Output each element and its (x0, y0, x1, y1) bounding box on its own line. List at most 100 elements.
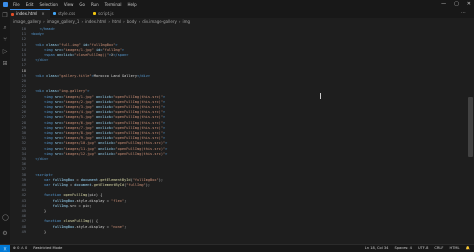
code-line[interactable]: <img src="images/2.jpg" onclick="openFul… (31, 100, 165, 104)
code-line[interactable]: fullImgBox.style.display = "none"; (31, 225, 127, 229)
code-token: <script> (35, 172, 53, 177)
tab-close-icon[interactable]: × (41, 11, 44, 16)
problems-indicator[interactable]: ⊗ 0 ⚠ 0 (13, 246, 27, 250)
code-token: "flex" (111, 198, 125, 203)
breadcrumb-item[interactable]: index.html (85, 19, 106, 24)
menu-item-edit[interactable]: Edit (26, 1, 34, 8)
code-line[interactable]: <img src="images/6.jpg" onclick="openFul… (31, 121, 165, 125)
tab-style-css[interactable]: style.css (52, 9, 96, 18)
menu-item-terminal[interactable]: Terminal (105, 1, 122, 8)
code-token: ); (145, 183, 151, 187)
line-number: 42 (21, 193, 26, 198)
breadcrumb-item[interactable]: img (182, 19, 190, 24)
menu-bar: File Edit Selection View Go Run Terminal Help (13, 1, 137, 8)
code-line[interactable]: } (31, 230, 46, 234)
cursor-position[interactable]: Ln 18, Col 34 (365, 246, 389, 250)
breadcrumb-item[interactable]: image_gallery_1 (47, 19, 80, 24)
tab-script-js[interactable]: script.js (92, 9, 134, 18)
language-mode[interactable]: HTML (450, 246, 460, 250)
code-token: "openFullImg(this.src)" (115, 146, 166, 151)
menu-item-view[interactable]: View (64, 1, 74, 8)
editor-actions[interactable]: ⋯ (461, 9, 470, 18)
code-token: fullImg (52, 183, 70, 187)
line-number: 40 (21, 183, 26, 187)
code-line[interactable]: <img src="images/7.jpg" onclick="openFul… (31, 126, 165, 130)
code-line[interactable]: </head> (31, 27, 55, 31)
code-token: ; (124, 198, 127, 203)
code-token: <img (43, 141, 55, 146)
code-token: "images/1.jpg" (63, 94, 96, 99)
search-icon[interactable]: ⌕ (2, 25, 8, 31)
encoding[interactable]: UTF-8 (418, 246, 428, 250)
code-line[interactable]: fullImg.src = pic; (31, 204, 92, 208)
line-number: 16 (21, 58, 26, 63)
line-number: 35 (21, 157, 26, 161)
code-line[interactable]: <img src="images/11.jpg" onclick="openFu… (31, 147, 167, 151)
code-line[interactable]: } (31, 209, 46, 213)
account-icon[interactable]: ◯ (2, 215, 9, 221)
menu-item-run[interactable]: Run (91, 1, 99, 8)
code-line[interactable]: var fullImgBox = document.getElementById… (31, 178, 163, 182)
extensions-icon[interactable]: ⊞ (2, 61, 8, 67)
code-token: > (87, 89, 90, 94)
code-line[interactable]: var fullImg = document.getElementById("f… (31, 183, 150, 187)
code-line[interactable]: <img src="images/3.jpg" onclick="openFul… (31, 105, 165, 109)
menu-item-go[interactable]: Go (79, 1, 85, 8)
code-line[interactable]: <div class="full-img" id="fullImgBox"> (31, 43, 117, 47)
code-line[interactable]: <img src="images/10.jpg" onclick="openFu… (31, 141, 167, 145)
code-line[interactable]: <img src="images/12.jpg" onclick="openFu… (31, 152, 167, 156)
tab-index-html[interactable]: index.html × (10, 9, 50, 18)
window-controls: — ▢ ✕ (441, 1, 471, 8)
remote-indicator-button[interactable]: ⟩⟨ (0, 245, 10, 252)
code-line[interactable]: <script> (31, 172, 53, 177)
code-token: "openFullImg(this.src)" (113, 94, 164, 99)
line-ending[interactable]: CRLF (434, 246, 443, 250)
scrollbar-thumb[interactable] (468, 97, 473, 157)
run-debug-icon[interactable]: ▷ (2, 49, 8, 55)
code-line[interactable]: <img src="images/8.jpg" onclick="openFul… (31, 131, 165, 135)
source-control-icon[interactable]: ⑂ (2, 37, 8, 43)
explorer-icon[interactable]: ❐ (2, 13, 8, 19)
notifications-icon[interactable]: 🔔 (466, 246, 470, 250)
code-line[interactable]: <img src="images/5.jpg" onclick="openFul… (31, 115, 165, 119)
code-token: document (80, 177, 99, 182)
maximize-icon[interactable]: ▢ (454, 1, 459, 8)
code-line[interactable]: </div> (31, 157, 48, 161)
editor-scrollbar[interactable] (466, 25, 474, 244)
code-line[interactable]: <img src="images/1.jpg" id="fullImg"> (31, 48, 124, 52)
menu-item-file[interactable]: File (13, 1, 20, 8)
code-token: "openFullImg(this.src)" (113, 110, 164, 115)
code-line[interactable]: <img src="images/1.jpg" onclick="openFul… (31, 95, 165, 99)
settings-icon[interactable]: ⚙ (2, 231, 8, 237)
code-line[interactable]: </div> (31, 58, 48, 62)
breadcrumb-item[interactable]: body (127, 19, 137, 24)
code-line[interactable]: <body> (31, 32, 44, 36)
line-number: 14 (21, 47, 26, 52)
code-line[interactable]: <div class="img-gallery"> (31, 89, 89, 93)
restricted-mode-indicator[interactable]: Restricted Mode (33, 246, 62, 250)
code-editor[interactable]: 10 </head> 11 <body> 12 13 <div class="full-… (10, 25, 466, 244)
line-number: 15 (21, 53, 26, 57)
code-line[interactable]: <span onclick="closeFullImg()">X</span> (31, 53, 128, 57)
text-cursor (320, 93, 321, 99)
code-token: onclick= (98, 151, 116, 156)
indentation[interactable]: Spaces: 4 (394, 246, 411, 250)
menu-item-selection[interactable]: Selection (39, 1, 57, 8)
minimize-icon[interactable]: — (441, 1, 446, 8)
close-icon[interactable]: ✕ (467, 1, 471, 8)
breadcrumb-item[interactable]: html (112, 19, 121, 24)
code-line[interactable]: function closeFullImg() { (31, 219, 98, 223)
code-token: "images/5.jpg" (63, 115, 96, 120)
menu-item-help[interactable]: Help (128, 1, 137, 8)
code-line[interactable]: function openFullImg(pic) { (31, 193, 102, 197)
code-line[interactable]: <div class="gallery-title">Morocco Land … (31, 74, 150, 78)
code-line[interactable]: <img src="images/4.jpg" onclick="openFul… (31, 110, 165, 114)
breadcrumb-item[interactable]: image_gallery (13, 19, 41, 24)
code-token: "openFullImg(this.src)" (113, 125, 164, 130)
breadcrumb-item[interactable]: div.image-gallery (142, 19, 177, 24)
code-line[interactable]: fullImgBox.style.display = "flex"; (31, 198, 127, 203)
code-token: onclick= (95, 110, 114, 115)
code-line[interactable]: <img src="images/9.jpg" onclick="openFul… (31, 136, 165, 140)
